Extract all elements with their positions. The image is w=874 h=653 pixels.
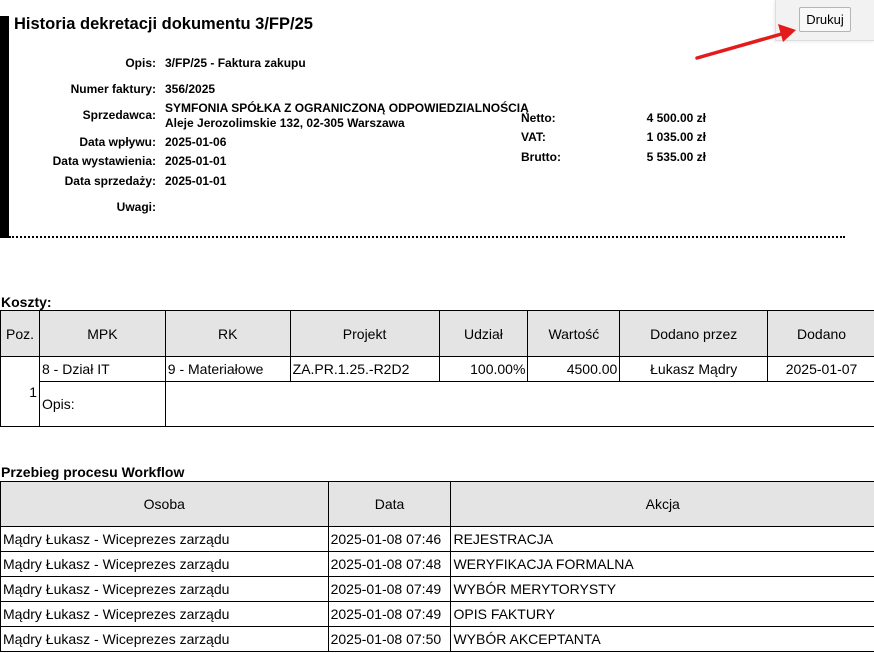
col-header-mpk: MPK <box>38 310 166 357</box>
workflow-table: Osoba Data Akcja Mądry Łukasz - Wiceprez… <box>0 481 874 652</box>
table-row: Mądry Łukasz - Wiceprezes zarządu 2025-0… <box>0 601 874 627</box>
col-header-dodano-przez: Dodano przez <box>619 310 769 357</box>
sale-date-label: Data sprzedaży: <box>64 174 156 188</box>
cell-akcja: OPIS FAKTURY <box>450 601 874 627</box>
page-title: Historia dekretacji dokumentu 3/FP/25 <box>14 15 313 33</box>
cell-dodano-przez: Łukasz Mądry <box>619 356 769 382</box>
cell-wartosc: 4500.00 <box>527 356 621 382</box>
opis-row: Opis: <box>1 381 874 427</box>
cell-rk: 9 - Materiałowe <box>164 356 291 382</box>
gross-label: Brutto: <box>521 150 561 164</box>
costs-title: Koszty: <box>1 294 52 310</box>
col-header-poz: Poz. <box>0 310 40 357</box>
receipt-date-label: Data wpływu: <box>79 135 156 149</box>
receipt-date-value: 2025-01-06 <box>165 135 227 149</box>
col-header-rk: RK <box>164 310 291 357</box>
col-header-akcja: Akcja <box>450 481 874 527</box>
costs-header-row: Poz. MPK RK Projekt Udział Wartość Dodan… <box>0 310 874 357</box>
seller-label: Sprzedawca: <box>82 108 156 122</box>
col-header-data: Data <box>327 481 452 527</box>
cell-data: 2025-01-08 07:48 <box>327 551 452 577</box>
col-header-udzial: Udział <box>438 310 529 357</box>
cell-osoba: Mądry Łukasz - Wiceprezes zarządu <box>0 626 329 652</box>
workflow-header-row: Osoba Data Akcja <box>0 481 874 527</box>
print-button[interactable]: Drukuj <box>799 7 851 32</box>
seller-address: Aleje Jerozolimskie 132, 02-305 Warszawa <box>165 116 405 130</box>
cell-data: 2025-01-08 07:49 <box>327 576 452 602</box>
col-header-osoba: Osoba <box>0 481 329 527</box>
cell-data: 2025-01-08 07:49 <box>327 601 452 627</box>
cell-udzial: 100.00% <box>438 356 529 382</box>
dotted-divider <box>9 236 845 238</box>
cell-poz: 1 <box>0 356 40 427</box>
cell-osoba: Mądry Łukasz - Wiceprezes zarządu <box>0 526 329 552</box>
issue-date-label: Data wystawienia: <box>52 154 156 168</box>
vat-value: 1 035.00 zł <box>646 130 706 144</box>
cell-osoba: Mądry Łukasz - Wiceprezes zarządu <box>0 601 329 627</box>
invoice-number-label: Numer faktury: <box>70 82 156 96</box>
cell-akcja: WERYFIKACJA FORMALNA <box>450 551 874 577</box>
opis-value: 3/FP/25 - Faktura zakupu <box>165 56 306 70</box>
issue-date-value: 2025-01-01 <box>165 154 227 168</box>
invoice-number-value: 356/2025 <box>165 82 216 96</box>
cell-mpk: 8 - Dział IT <box>38 356 166 382</box>
cell-osoba: Mądry Łukasz - Wiceprezes zarządu <box>0 576 329 602</box>
notes-label: Uwagi: <box>116 200 156 214</box>
cell-dodano: 2025-01-07 <box>767 356 874 382</box>
table-row: Mądry Łukasz - Wiceprezes zarządu 2025-0… <box>0 576 874 602</box>
table-row: Mądry Łukasz - Wiceprezes zarządu 2025-0… <box>0 626 874 652</box>
col-header-dodano: Dodano <box>767 310 874 357</box>
opis-label: Opis: <box>125 56 156 70</box>
cell-projekt: ZA.PR.1.25.-R2D2 <box>289 356 440 382</box>
vat-label: VAT: <box>521 130 546 144</box>
seller-name: SYMFONIA SPÓŁKA Z OGRANICZONĄ ODPOWIEDZI… <box>165 101 529 115</box>
col-header-projekt: Projekt <box>289 310 440 357</box>
sale-date-value: 2025-01-01 <box>165 174 227 188</box>
col-header-wartosc: Wartość <box>527 310 621 357</box>
table-row: Mądry Łukasz - Wiceprezes zarządu 2025-0… <box>0 526 874 552</box>
cell-akcja: WYBÓR AKCEPTANTA <box>450 626 874 652</box>
cell-akcja: REJESTRACJA <box>450 526 874 552</box>
red-arrow-icon <box>695 24 796 60</box>
workflow-title: Przebieg procesu Workflow <box>1 464 185 480</box>
cell-data: 2025-01-08 07:50 <box>327 626 452 652</box>
cell-osoba: Mądry Łukasz - Wiceprezes zarządu <box>0 551 329 577</box>
left-margin-bar <box>0 16 9 238</box>
cell-opis-value <box>164 381 874 427</box>
table-row: 1 8 - Dział IT 9 - Materiałowe ZA.PR.1.2… <box>0 356 874 427</box>
cell-akcja: WYBÓR MERYTORYSTY <box>450 576 874 602</box>
cell-data: 2025-01-08 07:46 <box>327 526 452 552</box>
cell-opis-label: Opis: <box>38 381 166 427</box>
table-row: Mądry Łukasz - Wiceprezes zarządu 2025-0… <box>0 551 874 577</box>
costs-table: Poz. MPK RK Projekt Udział Wartość Dodan… <box>0 310 874 427</box>
gross-value: 5 535.00 zł <box>646 150 706 164</box>
net-value: 4 500.00 zł <box>646 111 706 125</box>
net-label: Netto: <box>521 111 556 125</box>
